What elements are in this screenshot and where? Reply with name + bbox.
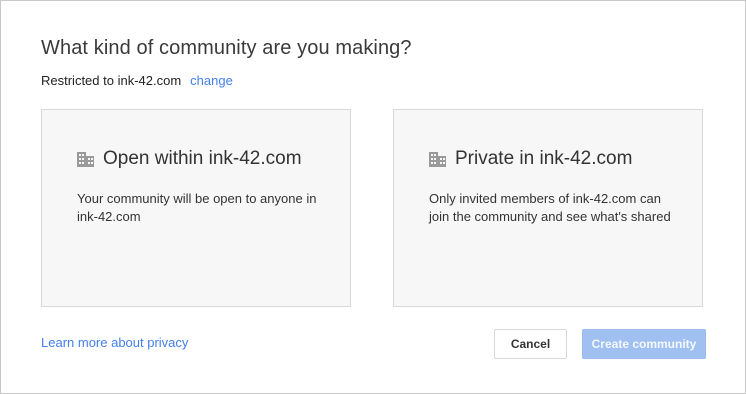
private-option-title: Private in ink-42.com xyxy=(455,148,633,169)
create-community-dialog: What kind of community are you making? R… xyxy=(0,0,746,394)
restriction-row: Restricted to ink-42.com change xyxy=(41,73,233,88)
open-option-description: Your community will be open to anyone in… xyxy=(77,191,317,224)
cancel-button[interactable]: Cancel xyxy=(494,329,567,359)
dialog-title: What kind of community are you making? xyxy=(41,37,412,59)
private-community-option[interactable]: Private in ink-42.com Only invited membe… xyxy=(393,109,703,307)
change-link[interactable]: change xyxy=(190,73,233,88)
private-option-header: Private in ink-42.com xyxy=(429,148,632,170)
private-option-description: Only invited members of ink-42.com can j… xyxy=(429,191,671,224)
create-community-button[interactable]: Create community xyxy=(582,329,706,359)
open-community-option[interactable]: Open within ink-42.com Your community wi… xyxy=(41,109,351,307)
learn-more-privacy-link[interactable]: Learn more about privacy xyxy=(41,335,188,350)
restriction-label: Restricted to ink-42.com xyxy=(41,73,182,88)
open-option-header: Open within ink-42.com xyxy=(77,148,302,170)
building-icon xyxy=(77,151,94,167)
building-icon xyxy=(429,151,446,167)
open-option-title: Open within ink-42.com xyxy=(103,148,302,169)
